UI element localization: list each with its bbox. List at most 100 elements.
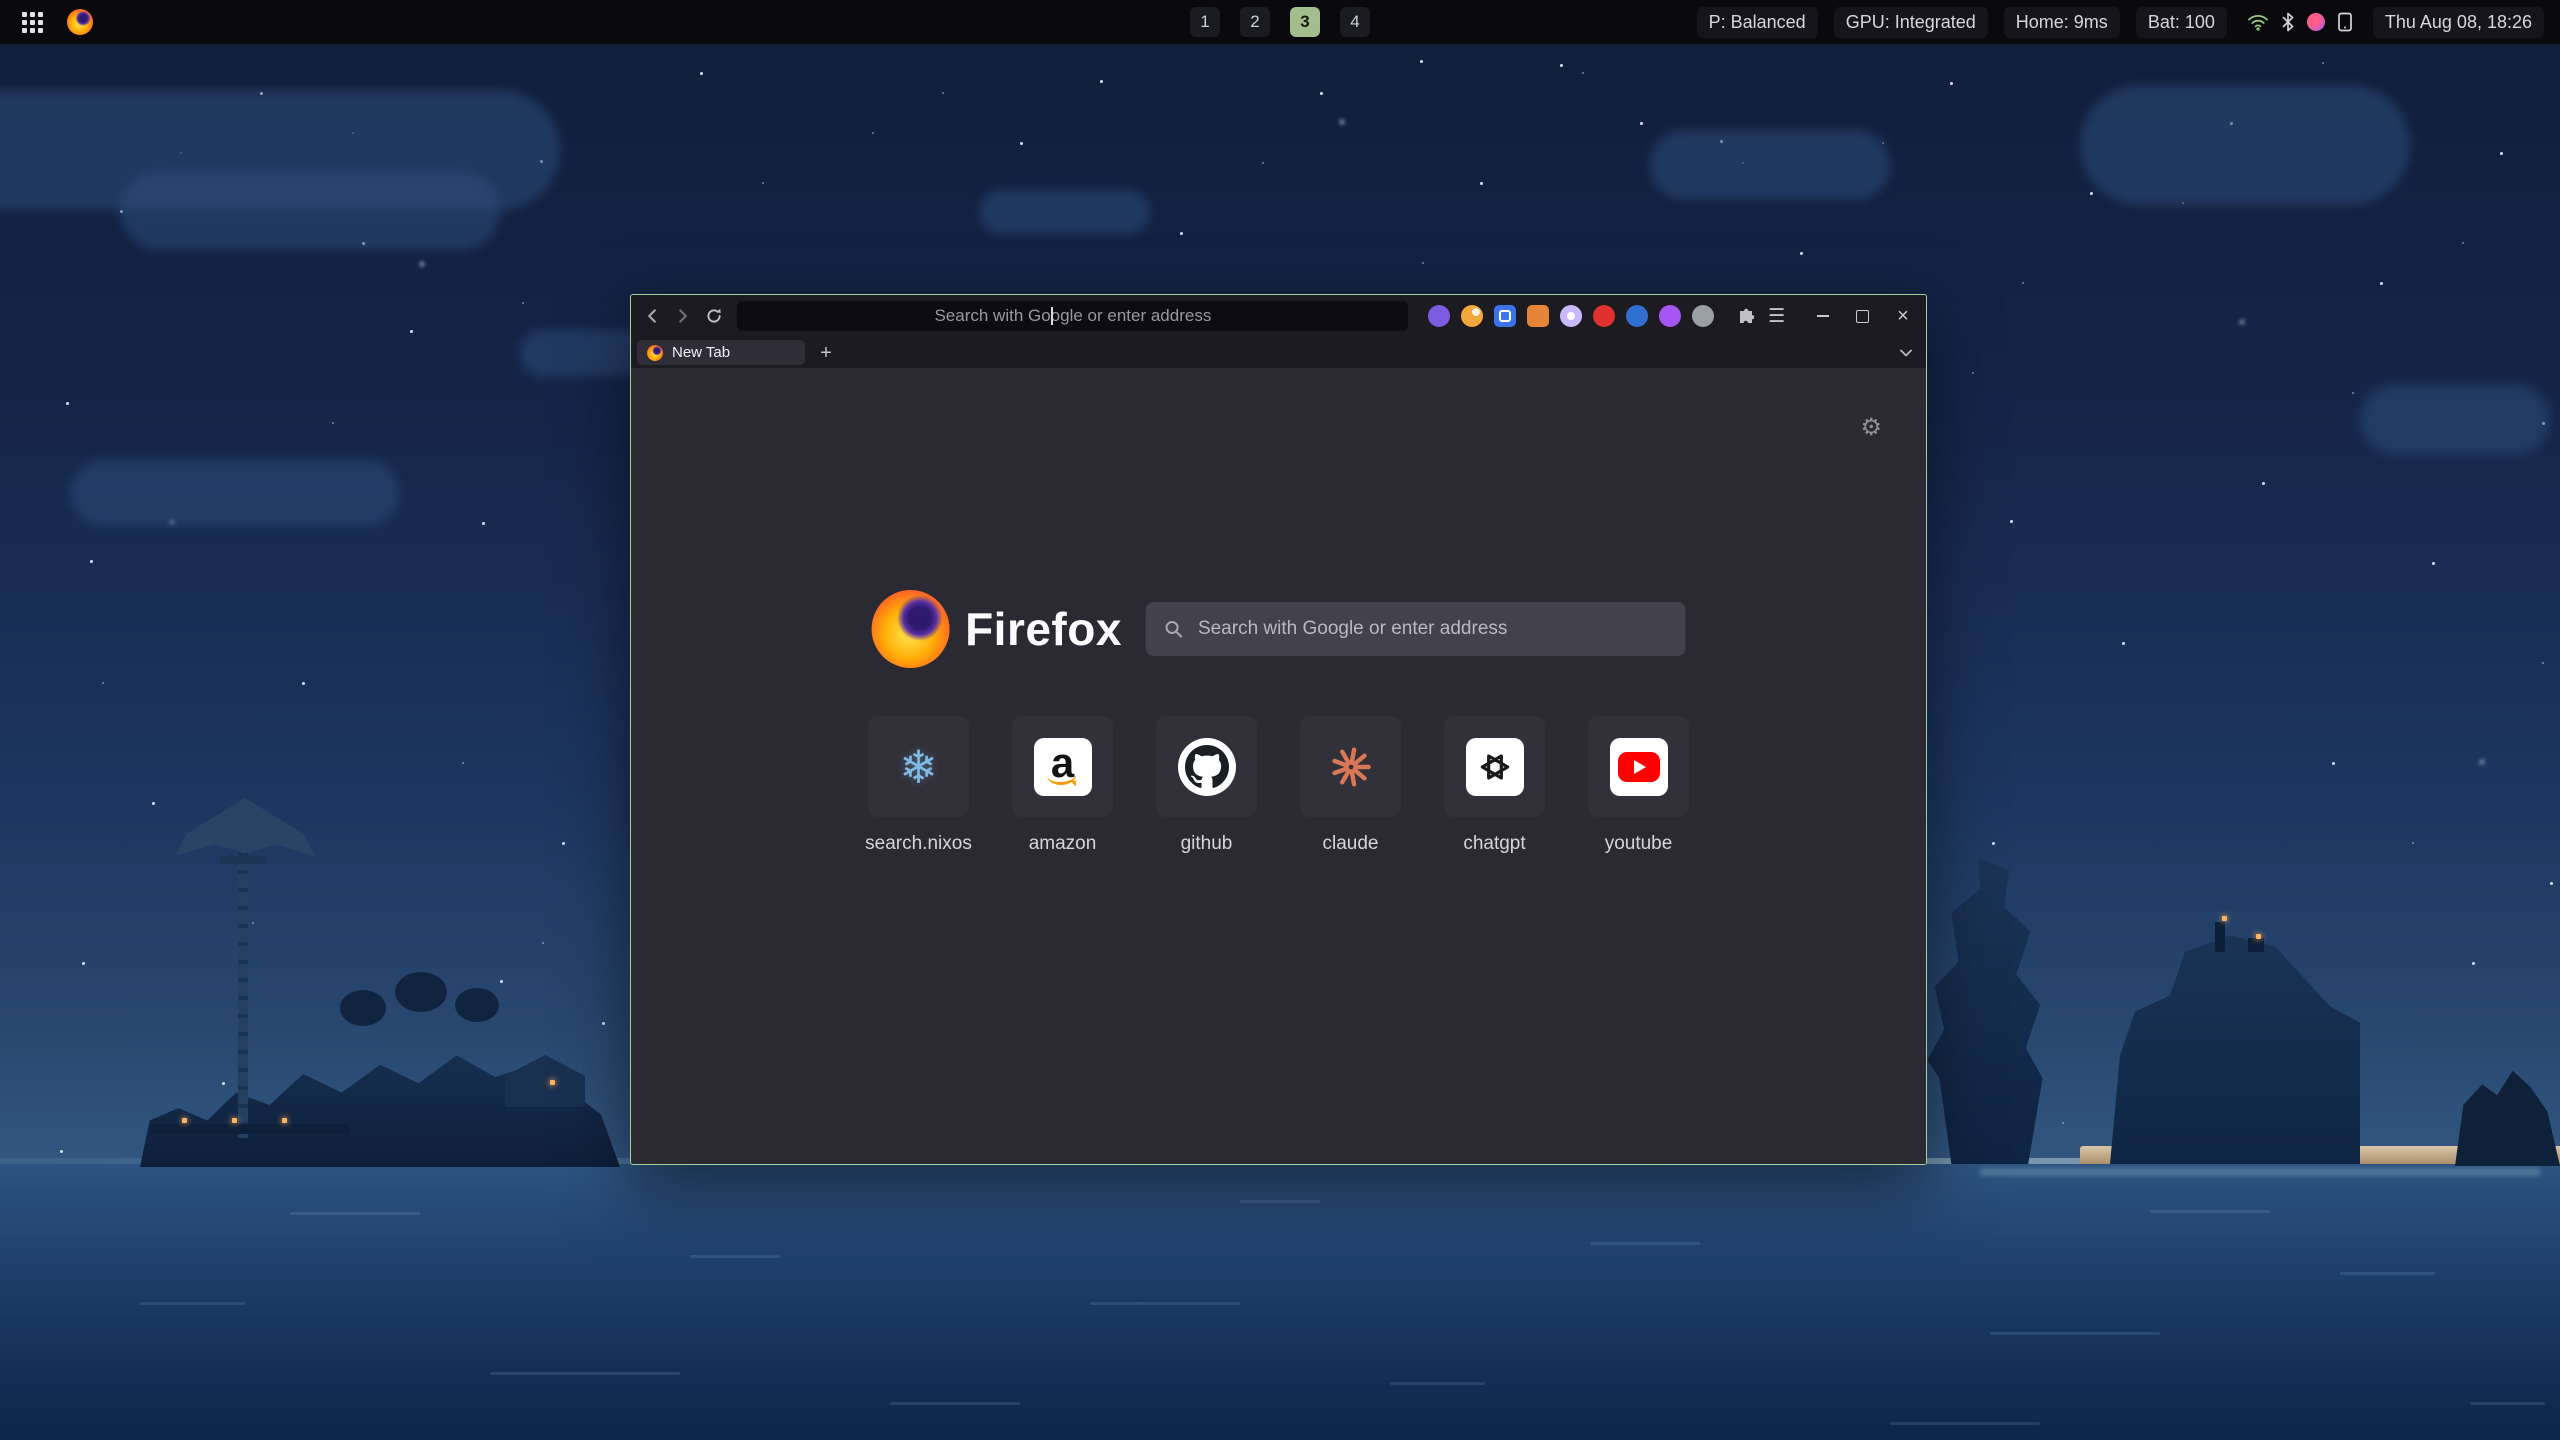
wave <box>490 1372 680 1375</box>
water-shimmer <box>1980 1168 2540 1176</box>
extension-icon-5[interactable] <box>1560 305 1582 327</box>
power-profile-status: P: Balanced <box>1697 7 1818 38</box>
claude-icon <box>1329 745 1373 789</box>
wave <box>1390 1382 1485 1385</box>
urlbar-placeholder: Search with Google or enter address <box>934 306 1211 326</box>
maximize-button[interactable] <box>1848 301 1878 331</box>
shortcut-claude[interactable]: claude <box>1279 716 1423 855</box>
cloud <box>1650 130 1890 200</box>
close-button[interactable]: × <box>1888 301 1918 331</box>
extension-icon-2[interactable] <box>1461 305 1483 327</box>
topbar-right: P: Balanced GPU: Integrated Home: 9ms Ba… <box>1697 7 2544 38</box>
workspace-button-4[interactable]: 4 <box>1340 7 1370 37</box>
extension-icon-9[interactable] <box>1692 305 1714 327</box>
tab-favicon-firefox <box>647 345 663 361</box>
cliff-light <box>2256 934 2261 939</box>
topbar: 1 2 3 4 P: Balanced GPU: Integrated Home… <box>0 0 2560 44</box>
firefox-logo <box>871 590 949 668</box>
shortcuts-row: ❄ search.nixos a amazon <box>631 716 1926 855</box>
search-icon <box>1164 619 1184 639</box>
firefox-wordmark: Firefox <box>965 602 1122 656</box>
shortcut-label: chatgpt <box>1463 833 1525 855</box>
firefox-icon <box>67 9 93 35</box>
window-controls: × <box>1808 301 1918 331</box>
shortcut-chatgpt[interactable]: chatgpt <box>1423 716 1567 855</box>
new-tab-button[interactable]: + <box>813 340 839 366</box>
wave <box>1990 1332 2160 1335</box>
watchtower-pole <box>238 838 248 1138</box>
close-icon: × <box>1897 305 1909 328</box>
reload-icon[interactable] <box>701 301 728 331</box>
minimize-button[interactable] <box>1808 301 1838 331</box>
watchtower-platform <box>220 856 266 864</box>
forward-button[interactable] <box>670 301 697 331</box>
pier-light <box>282 1118 287 1123</box>
firefox-launcher-button[interactable] <box>64 6 96 38</box>
cloud <box>2080 85 2410 205</box>
shortcut-github[interactable]: github <box>1135 716 1279 855</box>
chatgpt-icon <box>1466 738 1524 796</box>
pier <box>150 1124 350 1134</box>
hut-light <box>550 1080 555 1085</box>
newtab-hero: Firefox Search with Google or enter addr… <box>871 590 1686 668</box>
nixos-snowflake-icon: ❄ <box>899 744 938 790</box>
shortcut-youtube[interactable]: youtube <box>1567 716 1711 855</box>
wallpaper-ocean <box>0 1164 2560 1440</box>
tab-title: New Tab <box>672 344 730 361</box>
cloud <box>2360 385 2550 455</box>
pier-light <box>232 1118 237 1123</box>
island-tree <box>455 988 499 1022</box>
urlbar[interactable]: Search with Google or enter address <box>737 301 1408 331</box>
color-theme-icon[interactable] <box>2307 13 2325 31</box>
newtab-page: ⚙ Firefox Search with Google or enter ad… <box>631 368 1926 1164</box>
youtube-red-body <box>1618 752 1660 782</box>
tablet-icon[interactable] <box>2337 12 2353 32</box>
personalize-gear-icon[interactable]: ⚙ <box>1856 412 1886 444</box>
wifi-icon[interactable] <box>2247 12 2269 32</box>
back-button[interactable] <box>639 301 666 331</box>
extensions-puzzle-icon[interactable] <box>1732 301 1759 331</box>
shortcut-tile <box>1444 716 1545 817</box>
extension-icon-6[interactable] <box>1593 305 1615 327</box>
shortcut-label: amazon <box>1029 833 1097 855</box>
tab-new-tab[interactable]: New Tab <box>637 340 805 365</box>
wave <box>1090 1302 1240 1305</box>
extension-icon-8[interactable] <box>1659 305 1681 327</box>
extensions-row <box>1428 305 1714 327</box>
workspace-button-1[interactable]: 1 <box>1190 7 1220 37</box>
island-tree <box>395 972 447 1012</box>
workspace-button-2[interactable]: 2 <box>1240 7 1270 37</box>
bluetooth-icon[interactable] <box>2281 12 2295 32</box>
shortcut-tile <box>1156 716 1257 817</box>
extension-icon-3[interactable] <box>1494 305 1516 327</box>
shortcut-search-nixos[interactable]: ❄ search.nixos <box>847 716 991 855</box>
shortcut-label: github <box>1181 833 1233 855</box>
hamburger-glyph: ☰ <box>1768 307 1785 326</box>
extension-icon-4[interactable] <box>1527 305 1549 327</box>
app-launcher-button[interactable] <box>16 6 48 38</box>
wave <box>1590 1242 1700 1245</box>
extension-icon-7[interactable] <box>1626 305 1648 327</box>
cliff-light <box>2222 916 2227 921</box>
shortcut-tile <box>1300 716 1401 817</box>
amazon-icon: a <box>1034 738 1092 796</box>
extension-icon-1[interactable] <box>1428 305 1450 327</box>
list-tabs-chevron-icon[interactable] <box>1892 340 1920 366</box>
workspace-button-3[interactable]: 3 <box>1290 7 1320 37</box>
shortcut-amazon[interactable]: a amazon <box>991 716 1135 855</box>
youtube-icon <box>1610 738 1668 796</box>
island-tree <box>340 990 386 1026</box>
text-caret <box>1051 307 1053 325</box>
workspace-switcher: 1 2 3 4 <box>1190 0 1370 44</box>
clock: Thu Aug 08, 18:26 <box>2373 7 2544 38</box>
tab-strip: New Tab + <box>631 337 1926 368</box>
navigation-toolbar: Search with Google or enter address ☰ × <box>631 295 1926 337</box>
search-placeholder: Search with Google or enter address <box>1198 618 1507 640</box>
firefox-window: Search with Google or enter address ☰ × <box>630 294 1927 1165</box>
wave <box>2340 1272 2435 1275</box>
wave <box>140 1302 245 1305</box>
shortcut-tile: a <box>1012 716 1113 817</box>
system-tray <box>2243 12 2357 32</box>
menu-icon[interactable]: ☰ <box>1763 301 1790 331</box>
newtab-search-input[interactable]: Search with Google or enter address <box>1146 602 1686 656</box>
